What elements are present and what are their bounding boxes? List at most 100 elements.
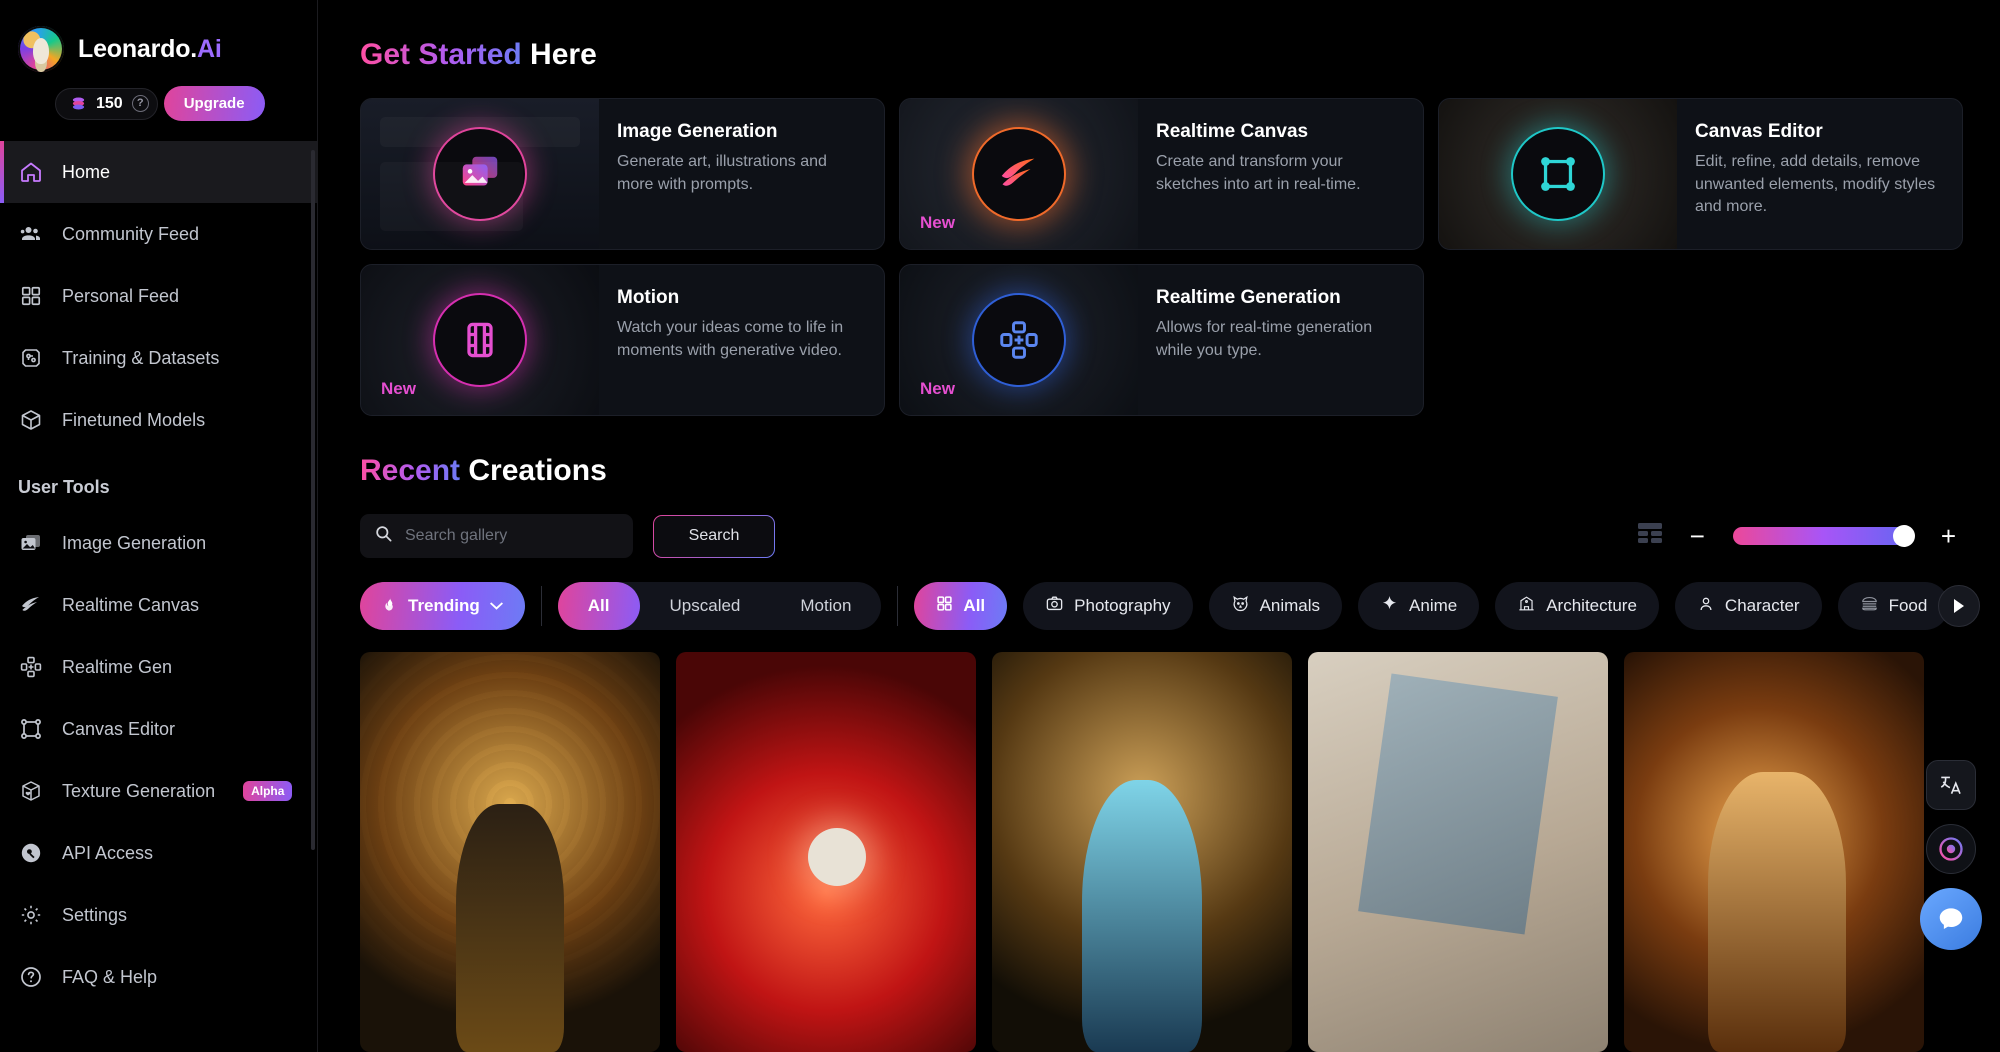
- card-description: Create and transform your sketches into …: [1156, 153, 1361, 193]
- segment-upscaled[interactable]: Upscaled: [640, 582, 771, 630]
- sidebar-item-faq-help[interactable]: FAQ & Help: [0, 946, 317, 1008]
- category-label: Architecture: [1546, 596, 1637, 615]
- realtime-generation-icon: [974, 295, 1064, 385]
- camera-icon: [1045, 594, 1064, 618]
- main-content: Get Started Here Image Generation Genera…: [318, 0, 2000, 1052]
- card-motion[interactable]: Motion Watch your ideas come to life in …: [360, 264, 885, 416]
- sidebar-scrollbar[interactable]: [311, 150, 315, 850]
- chevron-right-icon[interactable]: [1938, 585, 1980, 627]
- gallery-filters: Trending All Upscaled Motion All Photogr…: [360, 582, 2000, 630]
- motion-film-icon: [435, 295, 525, 385]
- search-icon: [374, 524, 393, 548]
- card-realtime-generation[interactable]: Realtime Generation Allows for real-time…: [899, 264, 1424, 416]
- sidebar-item-image-generation[interactable]: Image Generation: [0, 512, 317, 574]
- upgrade-button[interactable]: Upgrade: [163, 86, 265, 121]
- person-icon: [1697, 595, 1715, 618]
- gallery-item[interactable]: [1624, 652, 1924, 1052]
- credits-amount: 150: [96, 94, 123, 112]
- card-title: Canvas Editor: [1695, 121, 1823, 142]
- realtime-nodes-icon: [18, 654, 44, 680]
- brush-stroke-icon: [18, 592, 44, 618]
- category-label: Anime: [1409, 596, 1458, 615]
- question-mark-icon[interactable]: ?: [131, 95, 149, 112]
- category-chip-character[interactable]: Character: [1674, 582, 1822, 630]
- type-segmented-control: All Upscaled Motion: [557, 582, 882, 630]
- sparkle-icon: [1380, 594, 1399, 618]
- segment-motion[interactable]: Motion: [770, 582, 881, 630]
- card-thumbnail: [361, 99, 599, 249]
- grid-icon: [18, 283, 44, 309]
- category-label: All: [963, 596, 986, 615]
- page-title: Get Started Here: [360, 38, 2000, 72]
- gallery-item[interactable]: [676, 652, 976, 1052]
- sidebar-item-label: Community Feed: [62, 223, 200, 244]
- app-root: Leonardo.Ai 150 ? Upgrade Home Community…: [0, 0, 2000, 1052]
- search-button[interactable]: Search: [653, 515, 775, 558]
- brand[interactable]: Leonardo.Ai: [0, 0, 317, 72]
- question-circle-icon: [18, 964, 44, 990]
- view-controls: − +: [1637, 523, 2000, 549]
- card-image-generation[interactable]: Image Generation Generate art, illustrat…: [360, 98, 885, 250]
- gallery-item[interactable]: [360, 652, 660, 1052]
- card-description: Generate art, illustrations and more wit…: [617, 153, 827, 193]
- burger-icon: [1860, 594, 1879, 618]
- category-chip-all[interactable]: All: [914, 582, 1008, 630]
- sidebar-item-label: Canvas Editor: [62, 718, 176, 739]
- page-title-accent: Get Started: [360, 38, 522, 71]
- card-title: Realtime Generation: [1156, 287, 1341, 308]
- status-badge-new: New: [381, 379, 416, 398]
- brand-name-main: Leonardo.: [78, 34, 198, 63]
- category-chip-architecture[interactable]: Architecture: [1495, 582, 1659, 630]
- filter-divider: [540, 586, 542, 626]
- chat-bubble-icon[interactable]: [1920, 888, 1982, 950]
- assistant-orb-icon[interactable]: [1926, 824, 1976, 874]
- category-chip-animals[interactable]: Animals: [1208, 582, 1343, 630]
- sidebar-item-home[interactable]: Home: [0, 141, 317, 203]
- recent-creations-section: Recent Creations Search gallery Search −…: [360, 454, 2000, 1052]
- search-field-wrapper[interactable]: [360, 514, 633, 558]
- sidebar-item-settings[interactable]: Settings: [0, 884, 317, 946]
- cat-icon: [1231, 594, 1250, 618]
- sidebar-item-api-access[interactable]: API Access: [0, 822, 317, 884]
- floating-action-column: [1920, 760, 1982, 950]
- sidebar-item-realtime-gen[interactable]: Realtime Gen: [0, 636, 317, 698]
- sidebar-item-label: Settings: [62, 904, 128, 925]
- sidebar-item-canvas-editor[interactable]: Canvas Editor: [0, 698, 317, 760]
- category-label: Photography: [1074, 596, 1171, 615]
- card-description: Allows for real-time generation while yo…: [1156, 319, 1373, 359]
- card-body: Motion Watch your ideas come to life in …: [599, 265, 884, 415]
- sort-trending-dropdown[interactable]: Trending: [360, 582, 525, 630]
- sidebar-item-texture-generation[interactable]: Texture Generation Alpha: [0, 760, 317, 822]
- status-badge-new: New: [920, 213, 955, 232]
- sidebar-item-personal-feed[interactable]: Personal Feed: [0, 265, 317, 327]
- zoom-slider[interactable]: [1732, 525, 1915, 547]
- chevron-down-icon: [489, 596, 503, 616]
- gallery-item[interactable]: [992, 652, 1292, 1052]
- gallery-item[interactable]: [1308, 652, 1608, 1052]
- sidebar-item-label: Training & Datasets: [62, 347, 220, 368]
- sidebar-item-label: Home: [62, 161, 111, 182]
- zoom-out-button[interactable]: −: [1690, 523, 1705, 549]
- sidebar-item-label: FAQ & Help: [62, 966, 158, 987]
- search-input[interactable]: [405, 527, 619, 545]
- sidebar-item-realtime-canvas[interactable]: Realtime Canvas: [0, 574, 317, 636]
- category-chip-food[interactable]: Food: [1837, 582, 1950, 630]
- zoom-slider-handle[interactable]: [1892, 525, 1915, 547]
- credits-pill[interactable]: 150 ?: [55, 87, 158, 120]
- card-realtime-canvas[interactable]: Realtime Canvas Create and transform you…: [899, 98, 1424, 250]
- category-chip-photography[interactable]: Photography: [1023, 582, 1193, 630]
- category-label: Character: [1724, 596, 1800, 615]
- category-chip-anime[interactable]: Anime: [1358, 582, 1480, 630]
- sidebar-item-training-datasets[interactable]: Training & Datasets: [0, 327, 317, 389]
- layout-grid-icon[interactable]: [1637, 523, 1662, 549]
- zoom-in-button[interactable]: +: [1941, 523, 1956, 549]
- recent-title-rest: Creations: [460, 454, 607, 487]
- card-canvas-editor[interactable]: Canvas Editor Edit, refine, add details,…: [1438, 98, 1963, 250]
- card-title: Realtime Canvas: [1156, 121, 1309, 142]
- translate-icon[interactable]: [1926, 760, 1976, 810]
- gear-icon: [18, 902, 44, 928]
- segment-all[interactable]: All: [557, 582, 640, 630]
- people-icon: [18, 221, 44, 247]
- sidebar-item-community-feed[interactable]: Community Feed: [0, 203, 317, 265]
- sidebar-item-finetuned-models[interactable]: Finetuned Models: [0, 389, 317, 451]
